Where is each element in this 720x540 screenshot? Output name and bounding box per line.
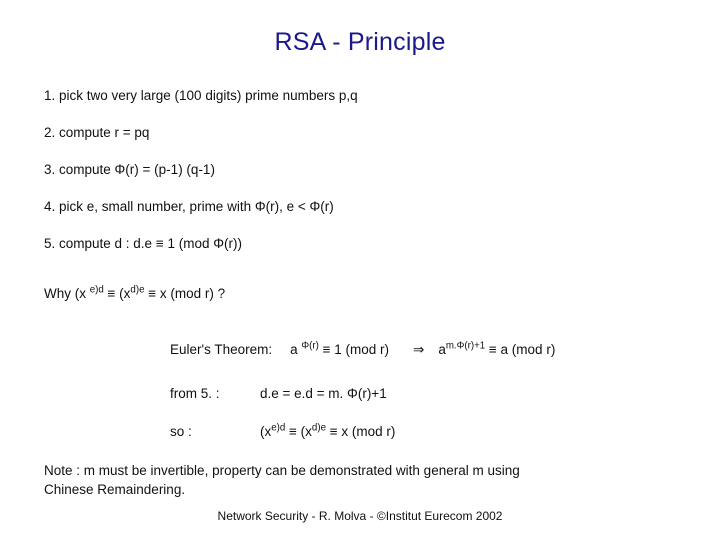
page-title: RSA - Principle: [274, 28, 446, 56]
euler-expression-left: a Φ(r) ≡ 1 (mod r): [290, 340, 389, 357]
euler-right-rest: ≡ a (mod r): [485, 342, 556, 357]
implies-arrow-icon: ⇒: [413, 342, 425, 357]
why-mid: ≡ (x: [103, 286, 131, 301]
why-exponent-1: e)d: [89, 284, 104, 296]
euler-theorem-label: Euler's Theorem:: [170, 342, 273, 357]
from-step5-line: from 5. : d.e = e.d = m. Φ(r)+1: [170, 386, 387, 401]
why-suffix: ≡ x (mod r) ?: [144, 286, 226, 301]
steps-list: 1. pick two very large (100 digits) prim…: [44, 88, 684, 273]
euler-theorem-line: Euler's Theorem: a Φ(r) ≡ 1 (mod r) ⇒ am.Φ(…: [170, 340, 556, 358]
from-step5-value: d.e = e.d = m. Φ(r)+1: [260, 386, 387, 401]
slide-canvas: RSA - Principle 1. pick two very large (…: [0, 0, 720, 540]
slide-footer: Network Security - R. Molva - ©Institut …: [217, 509, 503, 523]
note-line-2: Chinese Remaindering.: [44, 482, 186, 497]
list-item: 1. pick two very large (100 digits) prim…: [44, 88, 358, 103]
conclusion-mid: ≡ (x: [285, 424, 312, 439]
note-line-1: Note : m must be invertible, property ca…: [44, 463, 520, 478]
note-text: Note : m must be invertible, property ca…: [44, 461, 684, 499]
conclusion-prefix: (x: [260, 424, 272, 439]
conclusion-suffix: ≡ x (mod r): [325, 424, 396, 439]
conclusion-line: so : (xe)d ≡ (xd)e ≡ x (mod r): [170, 422, 396, 439]
euler-right-exponent: m.Φ(r)+1: [445, 340, 486, 352]
why-exponent-2: d)e: [130, 284, 145, 296]
why-prefix: Why (x: [44, 286, 90, 301]
why-question: Why (x e)d ≡ (xd)e ≡ x (mod r) ?: [44, 284, 226, 301]
euler-left-exponent: Φ(r): [301, 340, 319, 352]
from-step5-label: from 5. :: [170, 386, 220, 401]
conclusion-exponent-1: e)d: [271, 422, 286, 434]
conclusion-exponent-2: d)e: [311, 422, 326, 434]
list-item: 4. pick e, small number, prime with Φ(r)…: [44, 199, 334, 214]
conclusion-label: so :: [170, 424, 192, 439]
list-item: 2. compute r = pq: [44, 125, 150, 140]
euler-expression-right: am.Φ(r)+1 ≡ a (mod r): [438, 340, 556, 357]
euler-left-rest: ≡ 1 (mod r): [318, 342, 389, 357]
euler-left-base: a: [290, 342, 302, 357]
list-item: 5. compute d : d.e ≡ 1 (mod Φ(r)): [44, 236, 242, 251]
list-item: 3. compute Φ(r) = (p-1) (q-1): [44, 162, 215, 177]
euler-right-base: a: [438, 342, 446, 357]
